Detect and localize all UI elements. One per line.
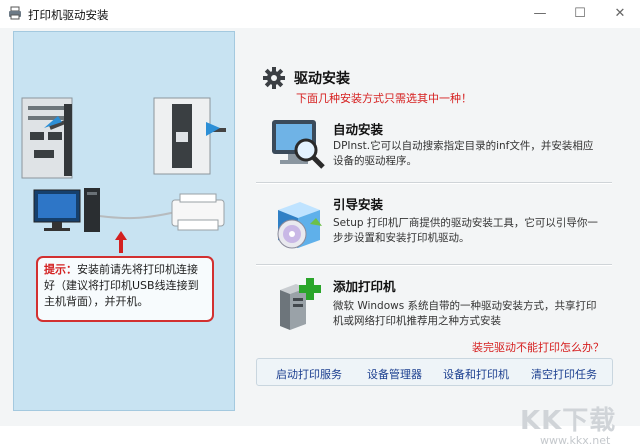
- watermark-url: www.kkx.net: [540, 434, 611, 447]
- option-add-printer-desc: 微软 Windows 系统自带的一种驱动安装方式，共享打印机或网络打印机推荐用之…: [333, 300, 597, 327]
- minimize-button[interactable]: —: [520, 0, 560, 28]
- watermark-logo: KK下载: [520, 406, 617, 436]
- separator: [256, 264, 612, 266]
- quick-links-bar: 启动打印服务 设备管理器 设备和打印机 清空打印任务: [256, 358, 613, 386]
- cannot-print-help-link[interactable]: 装完驱动不能打印怎么办？: [472, 339, 604, 355]
- close-button[interactable]: ✕: [600, 0, 640, 28]
- tip-box: 提示：安装前请先将打印机连接好（建议将打印机USB线连接到主机背面），并开机。: [36, 256, 214, 322]
- start-print-service-link[interactable]: 启动打印服务: [276, 366, 342, 382]
- window-title: 打印机驱动安装: [28, 8, 109, 22]
- clear-print-queue-link[interactable]: 清空打印任务: [531, 366, 597, 382]
- option-auto-install-title[interactable]: 自动安装: [333, 119, 383, 138]
- maximize-button[interactable]: ☐: [560, 0, 600, 28]
- computer-add-icon[interactable]: [270, 276, 326, 332]
- page-title: 驱动安装: [294, 71, 350, 87]
- printer-app-icon: [9, 6, 21, 20]
- page-subtitle: 下面几种安装方式只需选其中一种！: [296, 92, 472, 105]
- gear-icon: [263, 67, 285, 89]
- option-guided-install-title[interactable]: 引导安装: [333, 194, 383, 213]
- monitor-magnifier-icon[interactable]: [270, 116, 326, 172]
- option-guided-install-desc: Setup 打印机厂商提供的驱动安装工具，它可以引导你一步步设置和安装打印机驱动…: [333, 217, 598, 244]
- left-illustration-panel: 提示：安装前请先将打印机连接好（建议将打印机USB线连接到主机背面），并开机。: [13, 31, 235, 411]
- up-arrow-icon: [115, 231, 127, 253]
- device-manager-link[interactable]: 设备管理器: [367, 366, 422, 382]
- title-bar: 打印机驱动安装 — ☐ ✕: [0, 0, 640, 28]
- window-content: 提示：安装前请先将打印机连接好（建议将打印机USB线连接到主机背面），并开机。 …: [0, 28, 640, 447]
- setup-box-cd-icon[interactable]: [270, 196, 326, 252]
- option-add-printer-title[interactable]: 添加打印机: [333, 276, 396, 295]
- tip-label: 提示：: [44, 263, 77, 276]
- option-auto-install-desc: DPInst.它可以自动搜索指定目录的inf文件，并安装相应设备的驱动程序。: [333, 140, 594, 167]
- devices-and-printers-link[interactable]: 设备和打印机: [443, 366, 509, 382]
- usb-connection-illustration: [21, 97, 226, 232]
- separator: [256, 182, 612, 184]
